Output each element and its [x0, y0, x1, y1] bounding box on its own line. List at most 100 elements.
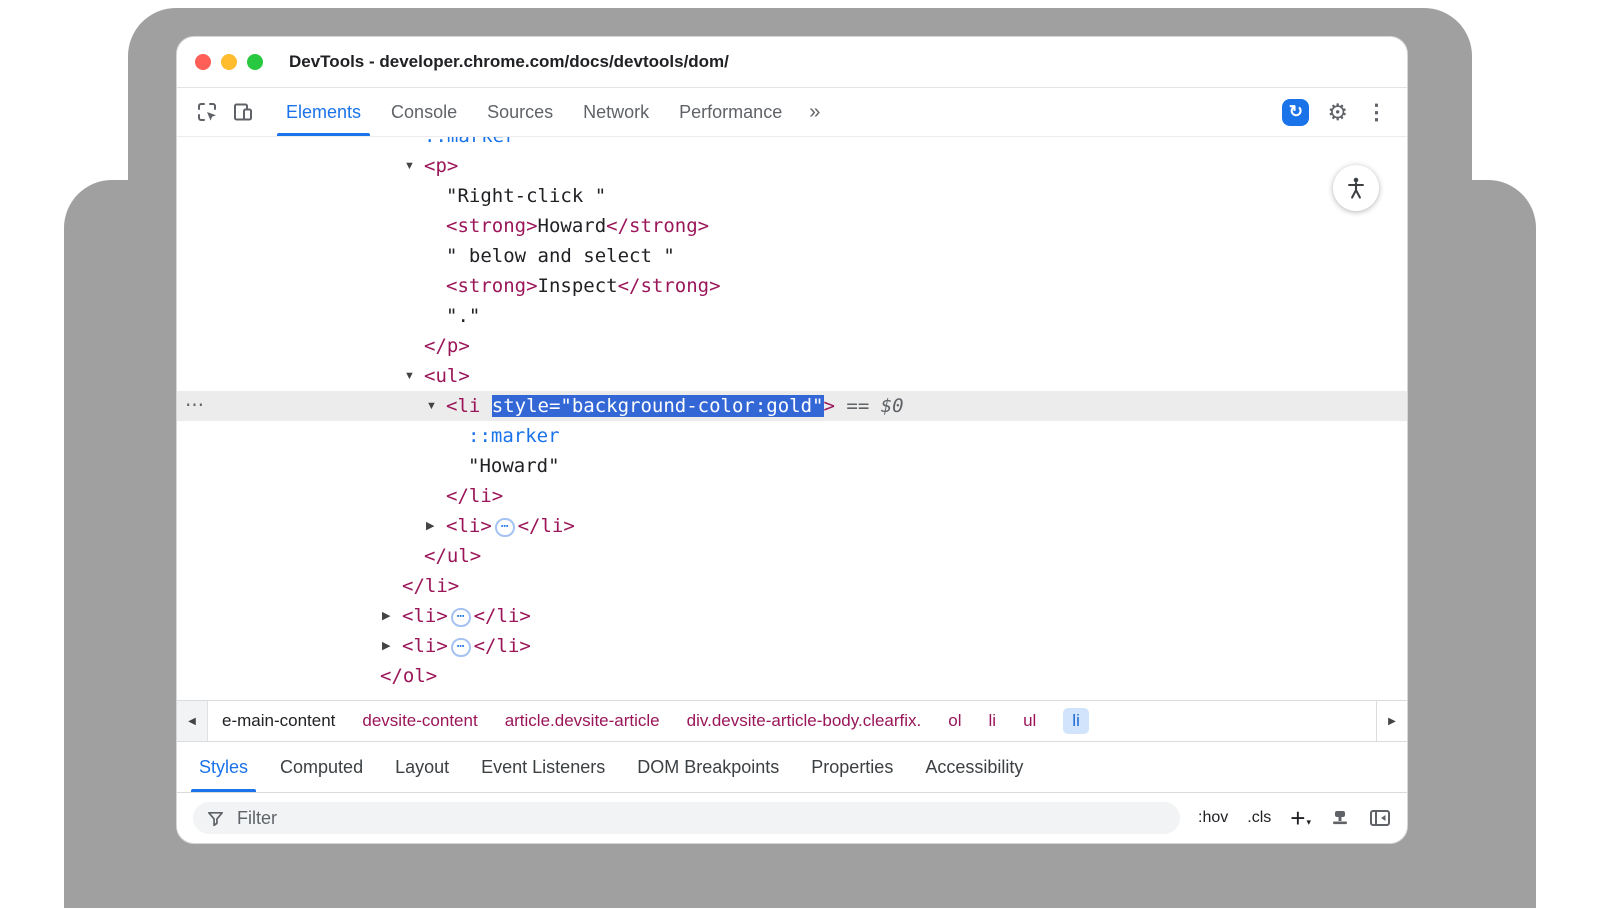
token-tag: <li> — [402, 605, 448, 627]
window-title: DevTools - developer.chrome.com/docs/dev… — [289, 52, 729, 72]
breadcrumb-item[interactable]: li — [989, 711, 997, 731]
dom-tree-row[interactable]: ▼ <ul> — [177, 361, 1407, 391]
tab-network[interactable]: Network — [568, 88, 664, 136]
toolbar-tabs: ElementsConsoleSourcesNetworkPerformance — [271, 88, 797, 136]
dom-tree-row[interactable]: "Right-click " — [177, 181, 1407, 211]
devtools-window: DevTools - developer.chrome.com/docs/dev… — [176, 36, 1408, 844]
panel-tab-accessibility[interactable]: Accessibility — [909, 742, 1039, 792]
dom-tree-row[interactable]: "." — [177, 301, 1407, 331]
tab-elements[interactable]: Elements — [271, 88, 376, 136]
expand-arrow-icon[interactable]: ▶ — [382, 631, 390, 661]
dom-tree-row[interactable]: ▼ <p> — [177, 151, 1407, 181]
dom-tree-row[interactable]: ::marker — [177, 421, 1407, 451]
tab-sources[interactable]: Sources — [472, 88, 568, 136]
dom-tree-row[interactable]: </ul> — [177, 541, 1407, 571]
breadcrumb-item[interactable]: article.devsite-article — [505, 711, 660, 731]
breadcrumb-bar: ◀ e-main-content devsite-content article.d… — [177, 700, 1407, 741]
row-overflow-dots: ⋯ — [185, 391, 205, 421]
stamp-icon[interactable] — [1330, 808, 1350, 828]
tab-console[interactable]: Console — [376, 88, 472, 136]
token-marker[interactable]: ::marker — [424, 137, 516, 147]
dom-tree-row[interactable]: ▶ <li>⋯</li> — [177, 601, 1407, 631]
token-tag: <ul> — [424, 365, 470, 387]
close-button[interactable] — [195, 54, 211, 70]
token-tag: </li> — [474, 635, 531, 657]
breadcrumb-item[interactable]: e-main-content — [222, 711, 335, 731]
token-tag: <strong> — [446, 215, 538, 237]
breadcrumb-item[interactable]: div.devsite-article-body.clearfix. — [687, 711, 922, 731]
panel-tab-layout[interactable]: Layout — [379, 742, 465, 792]
sync-icon[interactable]: ↻ — [1282, 99, 1309, 126]
settings-gear-icon[interactable]: ⚙ — [1327, 99, 1348, 126]
token-var: $0 — [881, 395, 904, 417]
edited-attribute-selection[interactable]: style="background-color:gold" — [492, 395, 824, 417]
inspect-element-icon[interactable] — [189, 88, 225, 136]
traffic-lights — [195, 54, 273, 70]
token-tag: <li> — [446, 515, 492, 537]
dom-tree-row[interactable]: </ol> — [177, 661, 1407, 691]
dom-tree-row[interactable]: ▶<li>⋯</li> — [177, 511, 1407, 541]
expand-arrow-icon[interactable]: ▶ — [426, 511, 434, 541]
token-tag: <li — [446, 395, 492, 417]
token-marker[interactable]: ::marker — [468, 425, 560, 447]
dom-tree-row-selected[interactable]: ⋯▼<li style="background-color:gold"> == … — [177, 391, 1407, 421]
dom-tree-row[interactable]: ::marker — [177, 137, 1407, 151]
panel-tab-dom-breakpoints[interactable]: DOM Breakpoints — [621, 742, 795, 792]
panel-tab-computed[interactable]: Computed — [264, 742, 379, 792]
token-tag: </li> — [474, 605, 531, 627]
breadcrumb-item[interactable]: ol — [948, 711, 961, 731]
collapsed-content-ellipsis[interactable]: ⋯ — [451, 608, 471, 627]
accessibility-person-icon — [1343, 175, 1369, 201]
toggle-hover-state-button[interactable]: :hov — [1198, 809, 1228, 827]
breadcrumb-scroll-right-icon[interactable]: ▶ — [1376, 701, 1407, 741]
breadcrumb-scroll-left-icon[interactable]: ◀ — [177, 701, 208, 741]
token-tag: <li> — [402, 635, 448, 657]
styles-filter-input[interactable] — [235, 807, 1167, 830]
collapse-arrow-icon[interactable]: ▼ — [426, 391, 437, 421]
dock-sidebar-icon[interactable] — [1369, 808, 1391, 828]
collapsed-content-ellipsis[interactable]: ⋯ — [451, 638, 471, 657]
kebab-menu-icon[interactable]: ⋮ — [1366, 100, 1387, 125]
title-bar: DevTools - developer.chrome.com/docs/dev… — [177, 37, 1407, 88]
device-toolbar-icon[interactable] — [225, 88, 261, 136]
panel-tab-event-listeners[interactable]: Event Listeners — [465, 742, 621, 792]
breadcrumb-item-selected[interactable]: li — [1063, 708, 1089, 734]
filter-field[interactable] — [193, 802, 1180, 834]
breadcrumb-item[interactable]: ul — [1023, 711, 1036, 731]
dom-tree-row[interactable]: "Howard" — [177, 451, 1407, 481]
token-text: "Howard" — [468, 455, 560, 477]
dom-tree-row[interactable]: <strong>Inspect</strong> — [177, 271, 1407, 301]
dom-tree: ::marker▼<p>"Right-click "<strong>Howard… — [177, 137, 1407, 700]
toolbar-right-group: ↻ ⚙ ⋮ — [1282, 88, 1395, 136]
tab-performance[interactable]: Performance — [664, 88, 797, 136]
more-tabs-icon[interactable]: » — [797, 88, 830, 136]
token-tag: <strong> — [446, 275, 538, 297]
toggle-element-classes-button[interactable]: .cls — [1247, 809, 1271, 827]
token-tag: > — [824, 395, 835, 417]
token-tag: <p> — [424, 155, 458, 177]
dom-tree-row[interactable]: " below and select " — [177, 241, 1407, 271]
token-tag: </ul> — [424, 545, 481, 567]
dom-tree-row[interactable]: </li> — [177, 481, 1407, 511]
panel-tab-styles[interactable]: Styles — [183, 742, 264, 792]
minimize-button[interactable] — [221, 54, 237, 70]
token-text: Inspect — [538, 275, 618, 297]
panel-tab-properties[interactable]: Properties — [795, 742, 909, 792]
devtools-toolbar: ElementsConsoleSourcesNetworkPerformance… — [177, 88, 1407, 137]
breadcrumb-item[interactable]: devsite-content — [362, 711, 477, 731]
dom-tree-row[interactable]: </p> — [177, 331, 1407, 361]
collapsed-content-ellipsis[interactable]: ⋯ — [495, 518, 515, 537]
expand-arrow-icon[interactable]: ▶ — [382, 601, 390, 631]
filter-bar-controls: :hov .cls + ▾ — [1198, 808, 1391, 828]
zoom-button[interactable] — [247, 54, 263, 70]
dom-tree-row[interactable]: </li> — [177, 571, 1407, 601]
collapse-arrow-icon[interactable]: ▼ — [404, 151, 415, 181]
new-style-rule-button[interactable]: + ▾ — [1290, 808, 1311, 828]
panel-tabs: StylesComputedLayoutEvent ListenersDOM B… — [177, 741, 1407, 792]
collapse-arrow-icon[interactable]: ▼ — [404, 361, 415, 391]
token-text: "Right-click " — [446, 185, 606, 207]
dom-tree-row[interactable]: ▶ <li>⋯</li> — [177, 631, 1407, 661]
accessibility-button[interactable] — [1333, 165, 1379, 211]
breadcrumb-list: e-main-content devsite-content article.dev… — [208, 701, 1376, 741]
dom-tree-row[interactable]: <strong>Howard</strong> — [177, 211, 1407, 241]
